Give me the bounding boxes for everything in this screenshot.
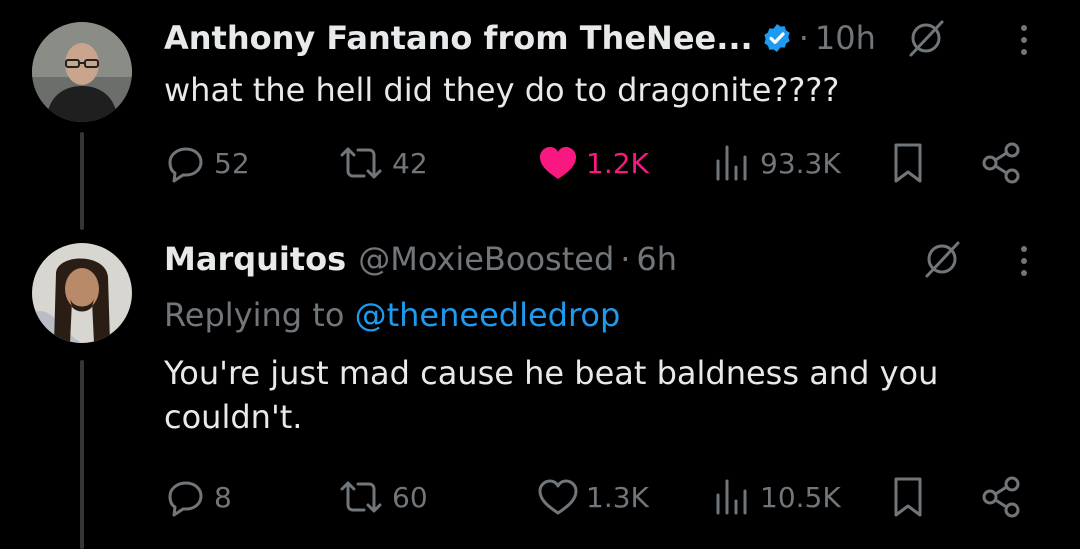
timestamp[interactable]: 10h bbox=[815, 19, 876, 57]
bookmark-icon[interactable] bbox=[886, 472, 930, 522]
views-bar-chart-icon bbox=[716, 145, 747, 181]
display-name[interactable]: Marquitos bbox=[164, 240, 346, 278]
reply-count: 52 bbox=[214, 146, 250, 180]
more-options-icon[interactable] bbox=[1012, 20, 1036, 60]
tweet-text: You're just mad cause he beat baldness a… bbox=[164, 354, 939, 436]
action-bar: 8 60 1.3K 10.5K bbox=[164, 472, 1034, 522]
tweet-header: Anthony Fantano from TheNee... · 10h bbox=[164, 16, 876, 60]
view-count: 10.5K bbox=[760, 480, 841, 514]
retweet-count: 42 bbox=[392, 146, 428, 180]
replying-to: Replying to @theneedledrop bbox=[164, 293, 620, 337]
avatar-man-glasses-icon bbox=[32, 22, 132, 122]
reply-icon bbox=[168, 147, 203, 183]
retweet-count: 60 bbox=[392, 480, 428, 514]
tweet-reply[interactable]: Marquitos @MoxieBoosted · 6h Replying to… bbox=[0, 237, 1080, 549]
views-bar-chart-icon bbox=[716, 479, 747, 515]
tweet-header: Marquitos @MoxieBoosted · 6h bbox=[164, 237, 677, 281]
verified-badge-icon[interactable] bbox=[761, 22, 793, 54]
separator-dot: · bbox=[620, 240, 631, 278]
like-count: 1.2K bbox=[586, 146, 649, 180]
action-bar: 52 42 1.2K 93.3K bbox=[164, 138, 1034, 188]
retweet-icon bbox=[340, 147, 382, 179]
grok-icon[interactable] bbox=[906, 18, 946, 58]
reply-icon bbox=[168, 481, 203, 517]
bookmark-icon[interactable] bbox=[886, 138, 930, 188]
heart-outline-icon bbox=[538, 479, 578, 515]
avatar[interactable] bbox=[32, 243, 132, 343]
reply-count: 8 bbox=[214, 480, 232, 514]
views-button[interactable]: 93.3K bbox=[710, 138, 841, 188]
tweet-text: what the hell did they do to dragonite??… bbox=[164, 71, 840, 109]
grok-icon[interactable] bbox=[922, 239, 962, 279]
retweet-button[interactable]: 42 bbox=[336, 138, 428, 188]
separator-dot: · bbox=[798, 19, 809, 57]
like-button[interactable]: 1.2K bbox=[536, 138, 649, 188]
display-name[interactable]: Anthony Fantano from TheNee... bbox=[164, 19, 753, 57]
replying-mention-link[interactable]: @theneedledrop bbox=[355, 296, 621, 334]
retweet-button[interactable]: 60 bbox=[336, 472, 428, 522]
reply-button[interactable]: 8 bbox=[164, 472, 232, 522]
like-count: 1.3K bbox=[586, 480, 649, 514]
retweet-icon bbox=[340, 481, 382, 513]
more-options-icon[interactable] bbox=[1012, 241, 1036, 281]
views-button[interactable]: 10.5K bbox=[710, 472, 841, 522]
like-button[interactable]: 1.3K bbox=[536, 472, 649, 522]
heart-filled-icon bbox=[540, 147, 576, 179]
share-icon[interactable] bbox=[980, 138, 1024, 188]
avatar[interactable] bbox=[32, 22, 132, 122]
avatar-man-long-hair-icon bbox=[32, 243, 132, 343]
view-count: 93.3K bbox=[760, 146, 841, 180]
tweet-original[interactable]: Anthony Fantano from TheNee... · 10h wha… bbox=[0, 16, 1080, 196]
timestamp[interactable]: 6h bbox=[636, 240, 677, 278]
replying-prefix: Replying to bbox=[164, 296, 345, 334]
user-handle[interactable]: @MoxieBoosted bbox=[358, 240, 614, 278]
reply-button[interactable]: 52 bbox=[164, 138, 250, 188]
share-icon[interactable] bbox=[980, 472, 1024, 522]
